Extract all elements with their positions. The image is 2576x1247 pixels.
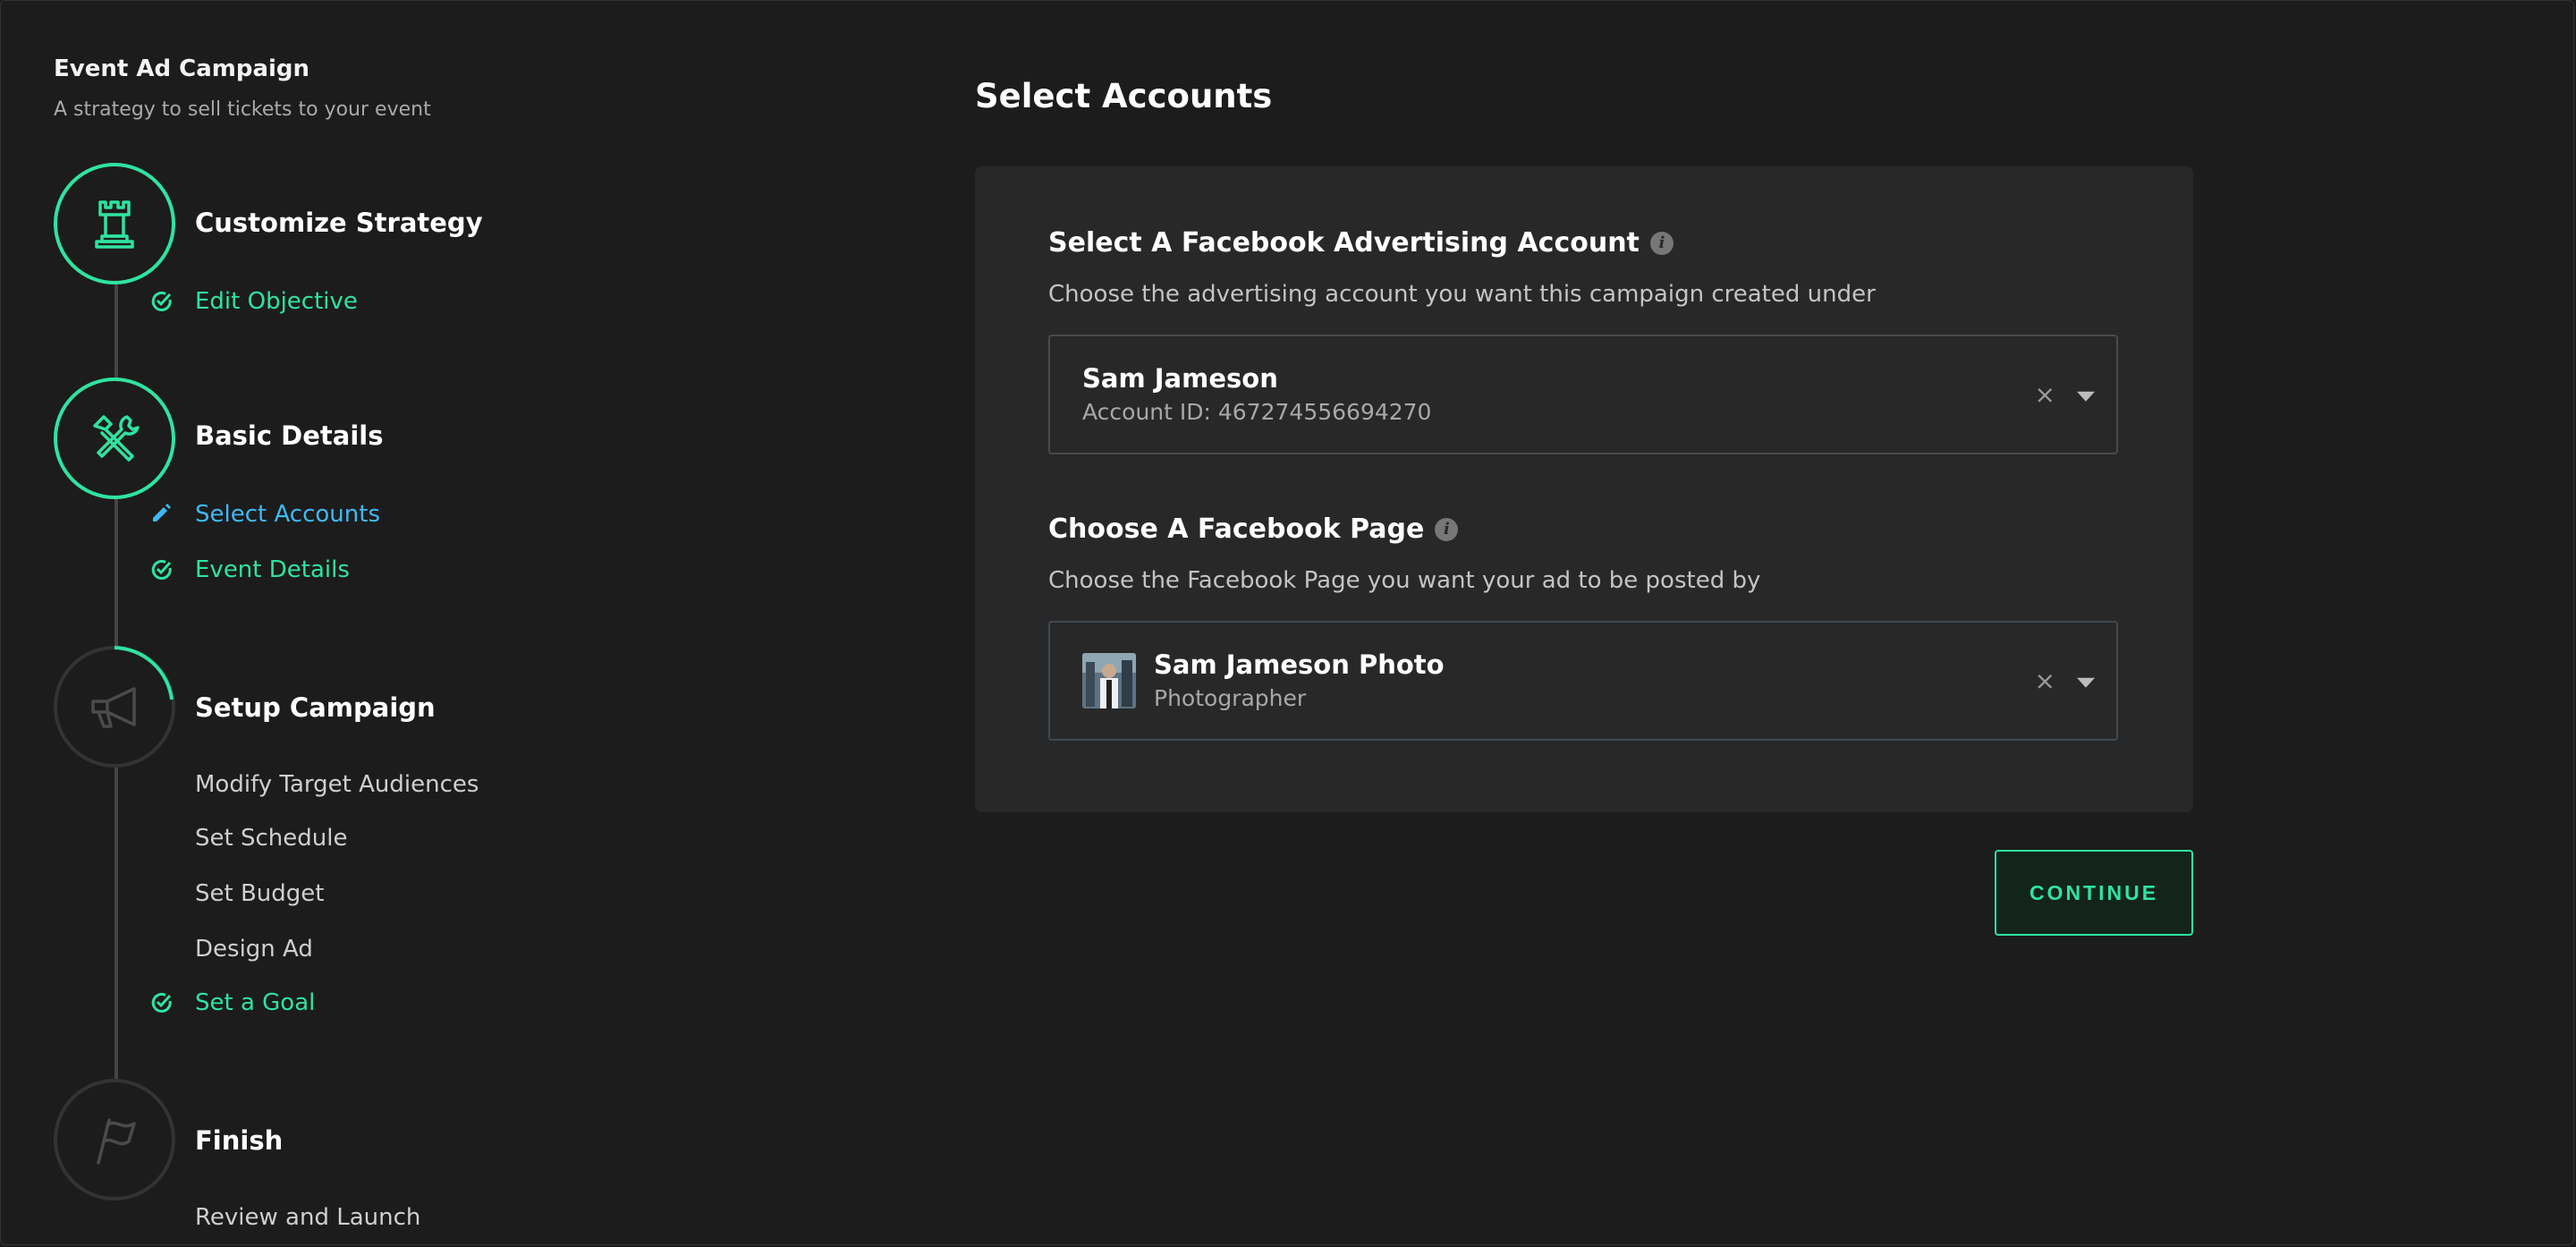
substep-edit-objective[interactable]: Edit Objective bbox=[195, 288, 358, 315]
page-title: Select Accounts bbox=[975, 77, 1273, 115]
ad-account-select[interactable]: Sam Jameson Account ID: 467274556694270 … bbox=[1048, 335, 2118, 454]
ad-account-label: Select A Facebook Advertising Account i bbox=[1048, 227, 1674, 259]
substep-set-schedule[interactable]: Set Schedule bbox=[195, 825, 347, 852]
substep-set-a-goal[interactable]: Set a Goal bbox=[195, 989, 315, 1016]
info-icon[interactable]: i bbox=[1649, 231, 1674, 255]
check-circle-icon bbox=[151, 292, 172, 311]
ad-account-id: Account ID: 467274556694270 bbox=[1082, 399, 1432, 425]
step-title-finish[interactable]: Finish bbox=[195, 1125, 283, 1156]
progress-arc bbox=[114, 646, 174, 700]
progress-rail bbox=[114, 497, 118, 646]
facebook-page-select[interactable]: Sam Jameson Photo Photographer × bbox=[1048, 621, 2118, 741]
continue-button[interactable]: CONTINUE bbox=[1995, 850, 2193, 936]
substep-set-budget[interactable]: Set Budget bbox=[195, 880, 324, 907]
substep-design-ad[interactable]: Design Ad bbox=[195, 936, 313, 963]
campaign-subtitle: A strategy to sell tickets to your event bbox=[54, 98, 431, 121]
progress-rail bbox=[114, 768, 118, 1079]
step-finish-circle[interactable] bbox=[54, 1079, 175, 1200]
pencil-icon bbox=[153, 504, 171, 522]
chevron-down-icon[interactable] bbox=[2077, 391, 2095, 402]
accounts-card: Select A Facebook Advertising Account i … bbox=[975, 166, 2193, 812]
clear-icon[interactable]: × bbox=[2035, 666, 2055, 696]
flag-icon bbox=[97, 1118, 136, 1165]
page-label-text: Choose A Facebook Page bbox=[1048, 513, 1425, 545]
step-title-customize-strategy[interactable]: Customize Strategy bbox=[195, 208, 483, 238]
substep-select-accounts[interactable]: Select Accounts bbox=[195, 501, 380, 528]
step-title-basic-details[interactable]: Basic Details bbox=[195, 420, 383, 451]
check-circle-icon bbox=[151, 993, 172, 1013]
check-circle-icon bbox=[151, 560, 172, 580]
page-name: Sam Jameson Photo bbox=[1154, 649, 1445, 680]
page-avatar bbox=[1082, 653, 1136, 708]
step-title-setup-campaign[interactable]: Setup Campaign bbox=[195, 692, 436, 723]
page-label: Choose A Facebook Page i bbox=[1048, 513, 1459, 545]
campaign-title: Event Ad Campaign bbox=[54, 55, 310, 82]
page-description: Choose the Facebook Page you want your a… bbox=[1048, 567, 1761, 594]
chevron-down-icon[interactable] bbox=[2077, 677, 2095, 688]
step-basic-details-circle[interactable] bbox=[54, 377, 175, 499]
step-setup-campaign-circle[interactable] bbox=[54, 646, 175, 768]
clear-icon[interactable]: × bbox=[2035, 380, 2055, 410]
ad-account-name: Sam Jameson bbox=[1082, 363, 1278, 394]
step-customize-strategy-circle[interactable] bbox=[54, 163, 175, 284]
substep-event-details[interactable]: Event Details bbox=[195, 556, 350, 583]
substep-review-and-launch[interactable]: Review and Launch bbox=[195, 1204, 420, 1231]
substep-modify-target-audiences[interactable]: Modify Target Audiences bbox=[195, 771, 479, 798]
tools-icon bbox=[93, 415, 140, 462]
info-icon[interactable]: i bbox=[1435, 517, 1459, 541]
page-category: Photographer bbox=[1154, 685, 1307, 711]
ad-account-label-text: Select A Facebook Advertising Account bbox=[1048, 227, 1640, 259]
rook-icon bbox=[95, 200, 134, 249]
ad-account-description: Choose the advertising account you want … bbox=[1048, 281, 1876, 308]
progress-rail bbox=[114, 284, 118, 379]
